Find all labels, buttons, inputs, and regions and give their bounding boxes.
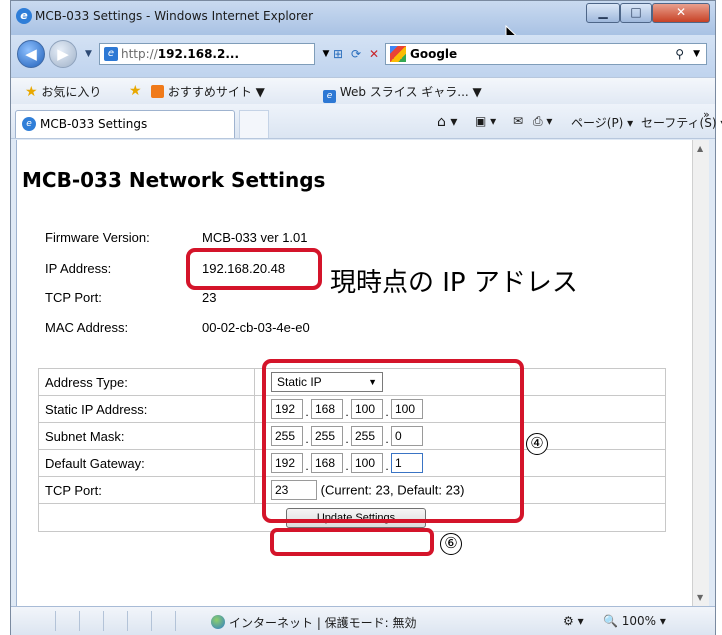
add-favorite-icon: ★: [129, 83, 142, 99]
tab-bar: e MCB-033 Settings ⌂ ▾ ▣ ▾ ✉ ⎙ ▾ ページ(P) …: [11, 104, 722, 139]
zoom-control[interactable]: 🔍 100% ▾: [603, 614, 666, 628]
ip-highlight-box: [186, 248, 322, 290]
toolbar-overflow-icon[interactable]: »: [703, 108, 710, 121]
forward-button[interactable]: ▶: [49, 40, 77, 68]
search-dropdown-icon[interactable]: ▼: [693, 44, 700, 64]
status-divider: [175, 611, 176, 631]
back-button[interactable]: ◀: [17, 40, 45, 68]
recommended-sites-label: おすすめサイト ▼: [167, 85, 265, 99]
search-provider: Google: [410, 47, 458, 61]
close-button[interactable]: ✕: [652, 3, 710, 23]
address-host: 192.168.2...: [157, 47, 240, 61]
web-slice-gallery-link[interactable]: e Web スライス ギャラ... ▼: [323, 83, 482, 103]
new-tab-button[interactable]: [239, 110, 269, 138]
tcp-port-form-label: TCP Port:: [38, 476, 255, 504]
window-title: MCB-033 Settings - Windows Internet Expl…: [35, 9, 313, 23]
status-divider: [55, 611, 56, 631]
security-zone[interactable]: インターネット | 保護モード: 無効: [211, 614, 417, 631]
tab-mcb033-settings[interactable]: e MCB-033 Settings: [15, 110, 235, 138]
tab-label: MCB-033 Settings: [40, 117, 148, 131]
address-bar[interactable]: e http://192.168.2...: [99, 43, 315, 65]
favorites-button[interactable]: ★ お気に入り: [25, 83, 101, 100]
mac-address-value: 00-02-cb-03-4e-e0: [202, 320, 310, 335]
navigation-bar: ◀ ▶ ▼ e http://192.168.2... ▼ ⊞ ⟳ ✕ Googl…: [11, 35, 715, 77]
ip-annotation: 現時点の IP アドレス: [330, 268, 578, 298]
gateway-label: Default Gateway:: [38, 449, 255, 477]
ie-logo-icon: e: [16, 8, 32, 24]
tab-ie-icon: e: [22, 117, 36, 131]
status-divider: [151, 611, 152, 631]
mac-address-label: MAC Address:: [45, 320, 129, 335]
web-slice-icon: e: [323, 90, 336, 103]
ip-address-label: IP Address:: [45, 261, 112, 276]
home-icon[interactable]: ⌂ ▾: [437, 114, 457, 130]
marker-6: ⑥: [440, 533, 462, 555]
address-scheme: http://: [121, 47, 158, 61]
mail-icon[interactable]: ✉: [513, 114, 523, 128]
recommended-sites-link[interactable]: おすすめサイト ▼: [151, 83, 265, 100]
security-zone-text: インターネット | 保護モード: 無効: [229, 616, 417, 630]
protected-mode-icon[interactable]: ⚙ ▾: [563, 614, 584, 628]
marker-4: ④: [526, 433, 548, 455]
static-ip-label: Static IP Address:: [38, 395, 255, 423]
subnet-mask-label: Subnet Mask:: [38, 422, 255, 450]
update-highlight-box: [270, 528, 434, 556]
stop-icon[interactable]: ✕: [365, 45, 383, 63]
page-menu[interactable]: ページ(P) ▾: [571, 114, 633, 131]
status-bar: インターネット | 保護モード: 無効 ⚙ ▾ 🔍 100% ▾: [11, 606, 715, 635]
address-type-label: Address Type:: [38, 368, 255, 396]
star-icon: ★: [25, 84, 38, 100]
history-dropdown-icon[interactable]: ▼: [85, 49, 92, 59]
compat-view-icon[interactable]: ⊞: [329, 45, 347, 63]
page-icon: e: [104, 47, 118, 61]
google-logo-icon: [390, 46, 406, 62]
search-box[interactable]: Google ⚲ ▼: [385, 43, 707, 65]
favorites-label: お気に入り: [41, 85, 102, 99]
form-highlight-box: [262, 359, 524, 523]
tcp-port-value: 23: [202, 290, 217, 305]
scroll-up-icon[interactable]: ▲: [697, 144, 703, 153]
favorites-bar: ★ お気に入り ★ おすすめサイト ▼ e Web スライス ギャラ... ▼: [11, 77, 715, 104]
add-favorite-button[interactable]: ★: [129, 83, 142, 99]
minimize-button[interactable]: ▁: [586, 3, 620, 23]
refresh-icon[interactable]: ⟳: [347, 45, 365, 63]
maximize-button[interactable]: □: [620, 3, 652, 23]
vertical-scrollbar[interactable]: ▲ ▼: [692, 140, 709, 606]
status-divider: [103, 611, 104, 631]
web-slice-label: Web スライス ギャラ... ▼: [339, 85, 482, 99]
recommended-sites-icon: [151, 85, 164, 98]
scroll-down-icon[interactable]: ▼: [697, 593, 703, 602]
zoom-level: 100%: [621, 614, 657, 628]
internet-globe-icon: [211, 615, 225, 629]
tcp-port-label: TCP Port:: [45, 290, 102, 305]
firmware-label: Firmware Version:: [45, 230, 150, 245]
print-icon[interactable]: ⎙ ▾: [533, 114, 552, 129]
status-divider: [79, 611, 80, 631]
search-icon[interactable]: ⚲: [675, 44, 684, 64]
feeds-icon[interactable]: ▣ ▾: [475, 114, 496, 128]
title-bar: e MCB-033 Settings - Windows Internet Ex…: [11, 1, 715, 43]
page-title: MCB-033 Network Settings: [22, 168, 326, 192]
firmware-value: MCB-033 ver 1.01: [202, 230, 308, 245]
status-divider: [127, 611, 128, 631]
safety-menu[interactable]: セーフティ(S) ▾: [641, 114, 722, 131]
